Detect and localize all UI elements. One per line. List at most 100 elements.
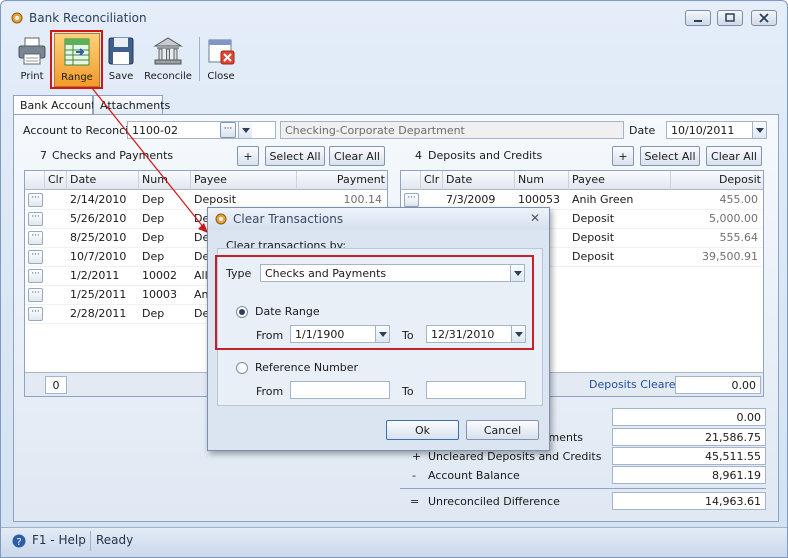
cell-num: Dep (142, 193, 165, 206)
status-help[interactable]: F1 - Help (32, 533, 86, 547)
dialog-title: Clear Transactions (233, 212, 344, 226)
dialog-close-button[interactable]: ✕ (530, 211, 540, 225)
ok-button[interactable]: Ok (386, 420, 459, 440)
date-value: 10/10/2011 (671, 124, 735, 137)
deposits-select-all-button[interactable]: Select All (640, 146, 700, 166)
summary-value-3: 8,961.19 (612, 466, 766, 484)
minimize-icon (694, 20, 702, 22)
cell-date: 8/25/2010 (70, 231, 127, 244)
row-detail-button[interactable]: ··· (28, 307, 43, 321)
checks-add-button[interactable]: + (237, 146, 259, 166)
summary-op-2: + (412, 450, 422, 463)
close-form-icon (208, 39, 235, 65)
cell-date: 5/26/2010 (70, 212, 127, 225)
summary-value-2: 45,511.55 (612, 447, 766, 465)
reconcile-label: Reconcile (144, 71, 192, 82)
printer-icon (18, 37, 46, 65)
deposits-clear-all-button[interactable]: Clear All (706, 146, 762, 166)
row-detail-button[interactable]: ··· (28, 288, 43, 302)
toolbar-separator (199, 37, 200, 81)
row-detail-button[interactable]: ··· (404, 193, 419, 207)
summary-label-2: Uncleared Deposits and Credits (428, 450, 602, 463)
deposits-grid-header: Clr Date Num Payee Deposit (401, 171, 763, 190)
ref-to-label: To (402, 385, 414, 398)
cell-deposit: 39,500.91 (702, 250, 758, 263)
close-label: Close (207, 71, 235, 82)
summary-value-1: 21,586.75 (612, 428, 766, 446)
reconcile-button[interactable]: Reconcile (143, 33, 193, 87)
checks-col-payment[interactable]: Payment (297, 171, 387, 190)
checks-count: 7 (40, 149, 47, 162)
row-detail-button[interactable]: ··· (28, 231, 43, 245)
deposits-add-button[interactable]: + (612, 146, 634, 166)
deposits-col-payee[interactable]: Payee (569, 171, 671, 190)
maximize-button[interactable] (717, 10, 743, 26)
tab-attachments[interactable]: Attachments (93, 95, 170, 115)
deposits-col-deposit[interactable]: Deposit (671, 171, 763, 190)
close-window-button[interactable] (751, 10, 777, 26)
summary-label-4: Unreconciled Difference (428, 495, 560, 508)
status-state: Ready (96, 533, 134, 547)
account-description: Checking-Corporate Department (280, 121, 624, 139)
dialog-title-bar: Clear Transactions ✕ (208, 208, 549, 230)
cancel-button[interactable]: Cancel (466, 420, 539, 440)
deposits-title: Deposits and Credits (428, 149, 543, 162)
checks-col-date[interactable]: Date (67, 171, 139, 190)
print-label: Print (20, 71, 44, 82)
ref-from-field[interactable] (290, 381, 390, 399)
date-field[interactable]: 10/10/2011 (666, 121, 767, 139)
account-lookup-button[interactable]: ··· (220, 122, 236, 138)
account-dropdown-button[interactable] (238, 122, 252, 138)
cell-num: 10003 (142, 288, 177, 301)
cell-date: 2/28/2011 (70, 307, 127, 320)
cell-deposit: 5,000.00 (709, 212, 758, 225)
row-detail-button[interactable]: ··· (28, 212, 43, 226)
help-icon: ? (12, 534, 26, 548)
app-icon (215, 213, 227, 225)
app-icon (11, 12, 23, 24)
minimize-button[interactable] (685, 10, 711, 26)
deposits-col-num[interactable]: Num (515, 171, 569, 190)
date-dropdown-button[interactable] (752, 122, 766, 138)
status-bar: ? F1 - Help Ready (1, 527, 787, 557)
checks-cleared-count: 0 (45, 376, 67, 394)
date-label: Date (629, 124, 656, 137)
deposits-count: 4 (415, 149, 422, 162)
dialog-highlight-box (215, 255, 534, 350)
cell-num: Dep (142, 307, 165, 320)
cell-num: 10002 (142, 269, 177, 282)
checks-col-num[interactable]: Num (139, 171, 191, 190)
summary-op-3: - (412, 469, 416, 482)
window-title: Bank Reconciliation (29, 11, 147, 25)
print-button[interactable]: Print (11, 33, 53, 87)
svg-text:?: ? (16, 537, 21, 548)
deposits-col-clr[interactable]: Clr (421, 171, 443, 190)
bank-building-icon (153, 37, 183, 65)
deposits-col-date[interactable]: Date (443, 171, 515, 190)
ref-from-label: From (256, 385, 284, 398)
row-detail-button[interactable]: ··· (28, 269, 43, 283)
close-icon (759, 13, 769, 23)
checks-clear-all-button[interactable]: Clear All (329, 146, 385, 166)
deposits-cleared-value: 0.00 (675, 376, 761, 394)
cell-payee: Deposit (572, 212, 615, 225)
account-combo[interactable]: 1100-02 ··· (127, 121, 276, 139)
cell-date: 1/2/2011 (70, 269, 120, 282)
cell-num: Dep (142, 212, 165, 225)
checks-select-all-button[interactable]: Select All (265, 146, 325, 166)
save-button[interactable]: Save (103, 33, 139, 87)
row-detail-button[interactable]: ··· (28, 250, 43, 264)
cell-payee: Anih Green (572, 193, 634, 206)
row-detail-button[interactable]: ··· (28, 193, 43, 207)
cell-deposit: 455.00 (719, 193, 759, 206)
checks-title: Checks and Payments (52, 149, 174, 162)
checks-col-clr[interactable]: Clr (45, 171, 67, 190)
checks-col-payee[interactable]: Payee (191, 171, 297, 190)
close-button[interactable]: Close (203, 33, 239, 87)
deposits-cleared-label: Deposits Cleared (589, 378, 683, 391)
reference-number-radio[interactable] (236, 362, 248, 374)
tab-bank-accounts[interactable]: Bank Accounts (13, 95, 101, 116)
cell-num: Dep (142, 231, 165, 244)
ref-to-field[interactable] (426, 381, 526, 399)
summary-value-4: 14,963.61 (612, 492, 766, 510)
